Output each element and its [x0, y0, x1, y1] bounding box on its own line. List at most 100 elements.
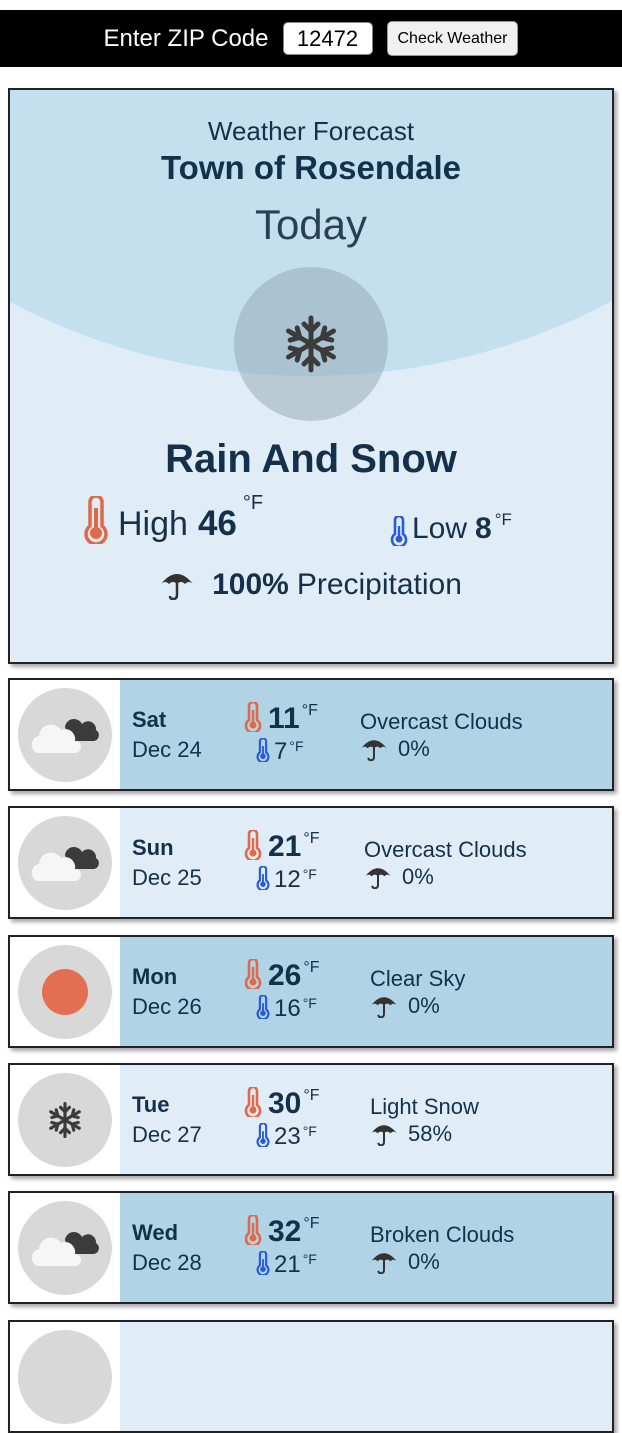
cloud-icon	[31, 718, 99, 753]
forecast-info: Sun Dec 25 21 °F 12 °F Overcast Clouds 0…	[120, 808, 612, 917]
forecast-low-value: 7	[274, 738, 288, 765]
forecast-low: 16 °F	[256, 995, 317, 1021]
forecast-low-value: 12	[274, 866, 301, 893]
forecast-precipitation-value: 0%	[408, 993, 440, 1018]
precipitation-row: 100% Precipitation	[10, 568, 612, 602]
forecast-info: Sat Dec 24 11 °F 7 °F Overcast Clouds 0%	[120, 680, 612, 789]
umbrella-icon	[371, 997, 397, 1018]
forecast-high-unit: °F	[303, 830, 320, 847]
forecast-high-value: 32	[268, 1215, 302, 1248]
forecast-low-unit: °F	[302, 1251, 317, 1267]
forecast-precipitation: 0%	[370, 993, 440, 1019]
zip-bar: Enter ZIP Code Check Weather	[0, 10, 622, 67]
high-label: High	[118, 505, 188, 543]
low-label: Low	[412, 512, 468, 545]
forecast-low: 7 °F	[256, 738, 304, 764]
forecast-condition: Clear Sky	[370, 966, 466, 991]
forecast-icon-cell	[10, 937, 120, 1046]
today-condition: Rain And Snow	[165, 437, 457, 481]
forecast-high: 11 °F	[244, 702, 318, 734]
forecast-date: Dec 27	[132, 1122, 202, 1147]
forecast-day: Tue	[132, 1092, 170, 1117]
forecast-high-unit: °F	[303, 1087, 320, 1104]
low-value: 8	[475, 512, 492, 545]
umbrella-icon	[161, 574, 194, 600]
thermometer-hot-icon	[244, 1087, 262, 1117]
forecast-high-unit: °F	[301, 702, 318, 719]
forecast-icon-cell	[10, 808, 120, 917]
sun-icon	[42, 968, 88, 1015]
forecast-precipitation: 58%	[370, 1121, 452, 1147]
thermometer-hot-icon	[244, 1215, 262, 1245]
forecast-icon-cell	[10, 1065, 120, 1174]
forecast-low-unit: °F	[302, 995, 317, 1011]
forecast-info: Mon Dec 26 26 °F 16 °F Clear Sky 0%	[120, 937, 612, 1046]
forecast-icon-cell	[10, 1322, 120, 1431]
zip-label: Enter ZIP Code	[103, 24, 269, 52]
umbrella-icon	[371, 1125, 397, 1146]
zip-input[interactable]	[282, 22, 373, 55]
high-value: 46	[197, 504, 237, 543]
thermometer-cold-icon	[256, 1251, 270, 1275]
forecast-precipitation-value: 0%	[402, 864, 434, 889]
forecast-info	[120, 1322, 612, 1431]
forecast-date: Dec 28	[132, 1250, 202, 1275]
forecast-precipitation: 0%	[370, 1249, 440, 1275]
town-name: Town of Rosendale	[160, 149, 462, 186]
forecast-low: 23 °F	[256, 1123, 317, 1149]
thermometer-hot-icon	[244, 702, 262, 732]
forecast-icon-cell	[10, 1193, 120, 1302]
forecast-high-value: 30	[268, 1087, 302, 1120]
umbrella-icon	[365, 868, 391, 889]
forecast-low-unit: °F	[302, 1123, 317, 1139]
snowflake-icon	[49, 1101, 81, 1138]
forecast-row-partial	[8, 1320, 614, 1433]
forecast-date: Dec 24	[132, 737, 202, 762]
check-weather-button[interactable]: Check Weather	[386, 21, 519, 56]
forecast-day: Sat	[132, 707, 167, 732]
forecast-low-value: 23	[274, 1123, 301, 1150]
forecast-icon-circle	[18, 1200, 112, 1295]
forecast-precipitation: 0%	[364, 864, 434, 890]
high-low-row: High 46 °F Low 8 °F	[10, 492, 612, 562]
umbrella-icon	[361, 740, 387, 761]
forecast-high-unit: °F	[303, 959, 320, 976]
high-unit: °F	[242, 492, 264, 514]
forecast-condition: Overcast Clouds	[364, 837, 527, 862]
forecast-heading: Weather Forecast	[207, 116, 415, 146]
forecast-day: Wed	[132, 1220, 179, 1245]
forecast-row: Sun Dec 25 21 °F 12 °F Overcast Clouds 0…	[8, 806, 614, 919]
forecast-day: Sun	[132, 835, 174, 860]
forecast-info: Tue Dec 27 30 °F 23 °F Light Snow 58%	[120, 1065, 612, 1174]
today-label: Today	[254, 201, 368, 248]
forecast-row: Wed Dec 28 32 °F 21 °F Broken Clouds 0%	[8, 1191, 614, 1304]
forecast-low-value: 21	[274, 1251, 301, 1278]
umbrella-icon	[371, 1253, 397, 1274]
forecast-high: 21 °F	[244, 830, 320, 862]
forecast-precipitation: 0%	[360, 736, 430, 762]
forecast-high: 32 °F	[244, 1215, 320, 1247]
snowflake-icon	[285, 315, 337, 373]
today-icon-circle	[234, 267, 388, 421]
forecast-high-value: 21	[268, 830, 302, 863]
forecast-icon-circle	[18, 687, 112, 782]
forecast-row: Sat Dec 24 11 °F 7 °F Overcast Clouds 0%	[8, 678, 614, 791]
forecast-row: Tue Dec 27 30 °F 23 °F Light Snow 58%	[8, 1063, 614, 1176]
forecast-date: Dec 25	[132, 865, 202, 890]
forecast-info: Wed Dec 28 32 °F 21 °F Broken Clouds 0%	[120, 1193, 612, 1302]
forecast-high-unit: °F	[303, 1215, 320, 1232]
forecast-low: 21 °F	[256, 1251, 317, 1277]
forecast-high: 26 °F	[244, 959, 320, 991]
low-unit: °F	[494, 510, 512, 529]
high-temp: High 46 °F	[82, 492, 263, 544]
thermometer-cold-icon	[390, 516, 408, 546]
precipitation-label: Precipitation	[296, 568, 462, 601]
forecast-precipitation-value: 0%	[398, 736, 430, 761]
thermometer-cold-icon	[256, 1123, 270, 1147]
thermometer-hot-icon	[84, 496, 108, 544]
forecast-condition: Light Snow	[370, 1094, 479, 1119]
thermometer-hot-icon	[244, 959, 262, 989]
forecast-high-value: 26	[268, 959, 302, 992]
today-card: Weather Forecast Town of Rosendale Today…	[8, 88, 614, 664]
forecast-icon-circle	[18, 944, 112, 1039]
